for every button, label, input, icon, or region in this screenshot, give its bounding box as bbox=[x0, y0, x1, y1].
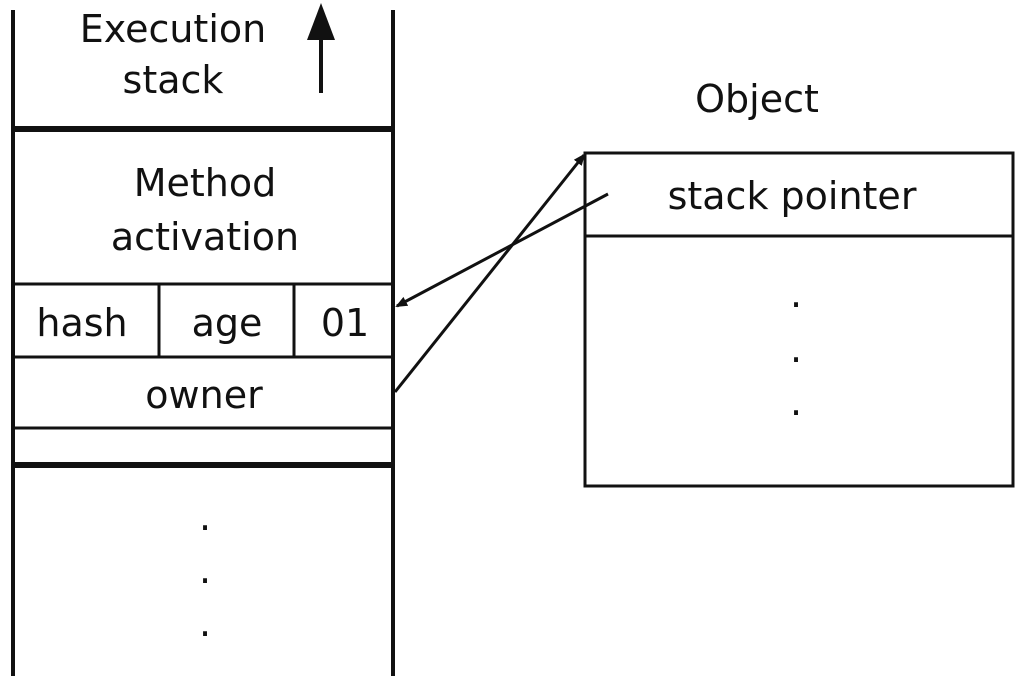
object-stack-pointer-field: stack pointer bbox=[668, 174, 917, 218]
stack-ellipsis-dot-3: · bbox=[199, 612, 211, 656]
object-ellipsis-dot-1: · bbox=[790, 283, 802, 327]
method-activation-line2: activation bbox=[111, 215, 299, 259]
owner-to-object-arrow bbox=[393, 153, 586, 393]
biased-lock-diagram: Execution stack Method activation hash a… bbox=[11, 3, 1015, 676]
arrow-up-icon bbox=[307, 3, 335, 93]
field-hash: hash bbox=[36, 301, 127, 345]
stack-pointer-to-lock-record-arrow bbox=[395, 192, 609, 308]
method-activation-line1: Method bbox=[134, 161, 277, 205]
stack-ellipsis-dot-1: · bbox=[199, 506, 211, 550]
object-ellipsis-dot-3: · bbox=[790, 391, 802, 435]
stack-title-line1: Execution bbox=[80, 7, 266, 51]
stack-title-line2: stack bbox=[123, 58, 224, 102]
stack-ellipsis-dot-2: · bbox=[199, 559, 211, 603]
object-ellipsis-dot-2: · bbox=[790, 338, 802, 382]
field-owner: owner bbox=[145, 373, 263, 417]
object-title: Object bbox=[695, 77, 819, 121]
field-age: age bbox=[192, 301, 263, 345]
field-lock-bits: 01 bbox=[321, 301, 369, 345]
